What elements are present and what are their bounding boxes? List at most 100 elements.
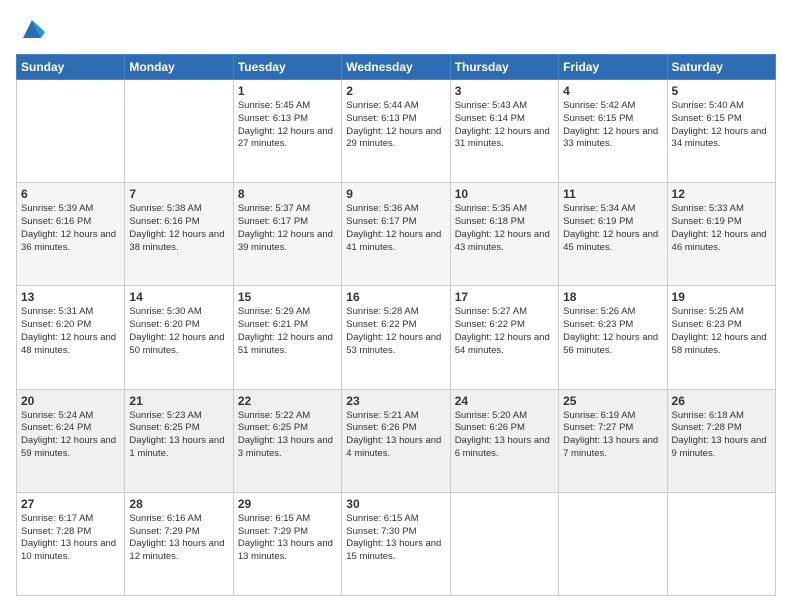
calendar-cell: 10 Sunrise: 5:35 AMSunset: 6:18 PMDayligh… xyxy=(450,183,558,286)
day-number: 16 xyxy=(346,290,445,304)
day-number: 25 xyxy=(563,394,662,408)
day-number: 4 xyxy=(563,84,662,98)
day-number: 3 xyxy=(455,84,554,98)
day-number: 7 xyxy=(129,187,228,201)
day-number: 21 xyxy=(129,394,228,408)
day-info: Sunrise: 5:43 AMSunset: 6:14 PMDaylight:… xyxy=(455,100,554,151)
day-info: Sunrise: 6:15 AMSunset: 7:29 PMDaylight:… xyxy=(238,513,337,564)
calendar-week-row: 6Sunrise: 5:39 AMSunset: 6:16 PMDaylight… xyxy=(17,183,776,286)
day-number: 20 xyxy=(21,394,120,408)
calendar-cell: 28 Sunrise: 6:16 AMSunset: 7:29 PMDayligh… xyxy=(125,492,233,595)
day-info: Sunrise: 5:36 AMSunset: 6:17 PMDaylight:… xyxy=(346,203,445,254)
day-info: Sunrise: 5:45 AMSunset: 6:13 PMDaylight:… xyxy=(238,100,337,151)
day-info: Sunrise: 5:35 AMSunset: 6:18 PMDaylight:… xyxy=(455,203,554,254)
calendar-cell: 9 Sunrise: 5:36 AMSunset: 6:17 PMDaylight… xyxy=(342,183,450,286)
weekday-header-row: SundayMondayTuesdayWednesdayThursdayFrid… xyxy=(17,55,776,80)
calendar-cell: 30Sunrise: 6:15 AMSunset: 7:30 PMDayligh… xyxy=(342,492,450,595)
calendar-week-row: 20 Sunrise: 5:24 AMSunset: 6:24 PMDayligh… xyxy=(17,389,776,492)
calendar-cell: 2Sunrise: 5:44 AMSunset: 6:13 PMDaylight… xyxy=(342,80,450,183)
calendar-cell: 4 Sunrise: 5:42 AMSunset: 6:15 PMDaylight… xyxy=(559,80,667,183)
calendar-cell: 22 Sunrise: 5:22 AMSunset: 6:25 PMDayligh… xyxy=(233,389,341,492)
day-info: Sunrise: 5:34 AMSunset: 6:19 PMDaylight:… xyxy=(563,203,662,254)
calendar-cell: 29 Sunrise: 6:15 AMSunset: 7:29 PMDayligh… xyxy=(233,492,341,595)
logo-icon xyxy=(19,16,45,42)
calendar-table: SundayMondayTuesdayWednesdayThursdayFrid… xyxy=(16,54,776,596)
day-info: Sunrise: 6:17 AMSunset: 7:28 PMDaylight:… xyxy=(21,513,120,564)
weekday-header-wednesday: Wednesday xyxy=(342,55,450,80)
day-number: 19 xyxy=(672,290,771,304)
weekday-header-thursday: Thursday xyxy=(450,55,558,80)
calendar-cell: 20 Sunrise: 5:24 AMSunset: 6:24 PMDayligh… xyxy=(17,389,125,492)
day-number: 28 xyxy=(129,497,228,511)
calendar-cell: 6Sunrise: 5:39 AMSunset: 6:16 PMDaylight… xyxy=(17,183,125,286)
weekday-header-monday: Monday xyxy=(125,55,233,80)
day-number: 9 xyxy=(346,187,445,201)
day-number: 13 xyxy=(21,290,120,304)
day-number: 10 xyxy=(455,187,554,201)
calendar-cell: 8 Sunrise: 5:37 AMSunset: 6:17 PMDaylight… xyxy=(233,183,341,286)
day-number: 14 xyxy=(129,290,228,304)
calendar-cell: 12 Sunrise: 5:33 AMSunset: 6:19 PMDayligh… xyxy=(667,183,775,286)
calendar-cell: 24Sunrise: 5:20 AMSunset: 6:26 PMDayligh… xyxy=(450,389,558,492)
calendar-cell: 7Sunrise: 5:38 AMSunset: 6:16 PMDaylight… xyxy=(125,183,233,286)
calendar-cell: 3 Sunrise: 5:43 AMSunset: 6:14 PMDaylight… xyxy=(450,80,558,183)
day-info: Sunrise: 5:29 AMSunset: 6:21 PMDaylight:… xyxy=(238,306,337,357)
header xyxy=(16,16,776,44)
day-info: Sunrise: 5:20 AMSunset: 6:26 PMDaylight:… xyxy=(455,410,554,461)
day-number: 2 xyxy=(346,84,445,98)
page: SundayMondayTuesdayWednesdayThursdayFrid… xyxy=(0,0,792,612)
calendar-cell: 16 Sunrise: 5:28 AMSunset: 6:22 PMDayligh… xyxy=(342,286,450,389)
day-info: Sunrise: 5:33 AMSunset: 6:19 PMDaylight:… xyxy=(672,203,771,254)
calendar-week-row: 27 Sunrise: 6:17 AMSunset: 7:28 PMDayligh… xyxy=(17,492,776,595)
day-info: Sunrise: 6:15 AMSunset: 7:30 PMDaylight:… xyxy=(346,513,445,564)
day-number: 17 xyxy=(455,290,554,304)
weekday-header-saturday: Saturday xyxy=(667,55,775,80)
calendar-cell xyxy=(559,492,667,595)
day-info: Sunrise: 5:28 AMSunset: 6:22 PMDaylight:… xyxy=(346,306,445,357)
calendar-cell: 26Sunrise: 6:18 AMSunset: 7:28 PMDayligh… xyxy=(667,389,775,492)
calendar-cell: 15Sunrise: 5:29 AMSunset: 6:21 PMDayligh… xyxy=(233,286,341,389)
calendar-cell: 5 Sunrise: 5:40 AMSunset: 6:15 PMDaylight… xyxy=(667,80,775,183)
day-number: 11 xyxy=(563,187,662,201)
weekday-header-tuesday: Tuesday xyxy=(233,55,341,80)
day-info: Sunrise: 5:22 AMSunset: 6:25 PMDaylight:… xyxy=(238,410,337,461)
day-info: Sunrise: 5:40 AMSunset: 6:15 PMDaylight:… xyxy=(672,100,771,151)
day-info: Sunrise: 6:19 AMSunset: 7:27 PMDaylight:… xyxy=(563,410,662,461)
calendar-cell xyxy=(450,492,558,595)
day-info: Sunrise: 5:21 AMSunset: 6:26 PMDaylight:… xyxy=(346,410,445,461)
calendar-cell: 1 Sunrise: 5:45 AMSunset: 6:13 PMDaylight… xyxy=(233,80,341,183)
day-info: Sunrise: 5:30 AMSunset: 6:20 PMDaylight:… xyxy=(129,306,228,357)
day-number: 23 xyxy=(346,394,445,408)
calendar-week-row: 1 Sunrise: 5:45 AMSunset: 6:13 PMDaylight… xyxy=(17,80,776,183)
day-number: 18 xyxy=(563,290,662,304)
day-number: 5 xyxy=(672,84,771,98)
calendar-cell: 25 Sunrise: 6:19 AMSunset: 7:27 PMDayligh… xyxy=(559,389,667,492)
calendar-cell xyxy=(667,492,775,595)
day-info: Sunrise: 5:37 AMSunset: 6:17 PMDaylight:… xyxy=(238,203,337,254)
day-number: 22 xyxy=(238,394,337,408)
day-number: 1 xyxy=(238,84,337,98)
weekday-header-friday: Friday xyxy=(559,55,667,80)
calendar-cell: 27 Sunrise: 6:17 AMSunset: 7:28 PMDayligh… xyxy=(17,492,125,595)
day-info: Sunrise: 5:25 AMSunset: 6:23 PMDaylight:… xyxy=(672,306,771,357)
day-number: 8 xyxy=(238,187,337,201)
day-number: 12 xyxy=(672,187,771,201)
calendar-cell: 17 Sunrise: 5:27 AMSunset: 6:22 PMDayligh… xyxy=(450,286,558,389)
day-number: 26 xyxy=(672,394,771,408)
calendar-cell: 19 Sunrise: 5:25 AMSunset: 6:23 PMDayligh… xyxy=(667,286,775,389)
day-info: Sunrise: 5:24 AMSunset: 6:24 PMDaylight:… xyxy=(21,410,120,461)
calendar-cell: 14 Sunrise: 5:30 AMSunset: 6:20 PMDayligh… xyxy=(125,286,233,389)
calendar-cell: 23 Sunrise: 5:21 AMSunset: 6:26 PMDayligh… xyxy=(342,389,450,492)
day-info: Sunrise: 6:16 AMSunset: 7:29 PMDaylight:… xyxy=(129,513,228,564)
day-number: 27 xyxy=(21,497,120,511)
logo xyxy=(16,16,45,44)
day-number: 29 xyxy=(238,497,337,511)
calendar-cell: 13Sunrise: 5:31 AMSunset: 6:20 PMDayligh… xyxy=(17,286,125,389)
day-info: Sunrise: 5:42 AMSunset: 6:15 PMDaylight:… xyxy=(563,100,662,151)
day-info: Sunrise: 5:26 AMSunset: 6:23 PMDaylight:… xyxy=(563,306,662,357)
day-info: Sunrise: 5:39 AMSunset: 6:16 PMDaylight:… xyxy=(21,203,120,254)
day-info: Sunrise: 5:23 AMSunset: 6:25 PMDaylight:… xyxy=(129,410,228,461)
calendar-week-row: 13Sunrise: 5:31 AMSunset: 6:20 PMDayligh… xyxy=(17,286,776,389)
calendar-cell: 11 Sunrise: 5:34 AMSunset: 6:19 PMDayligh… xyxy=(559,183,667,286)
day-info: Sunrise: 5:27 AMSunset: 6:22 PMDaylight:… xyxy=(455,306,554,357)
